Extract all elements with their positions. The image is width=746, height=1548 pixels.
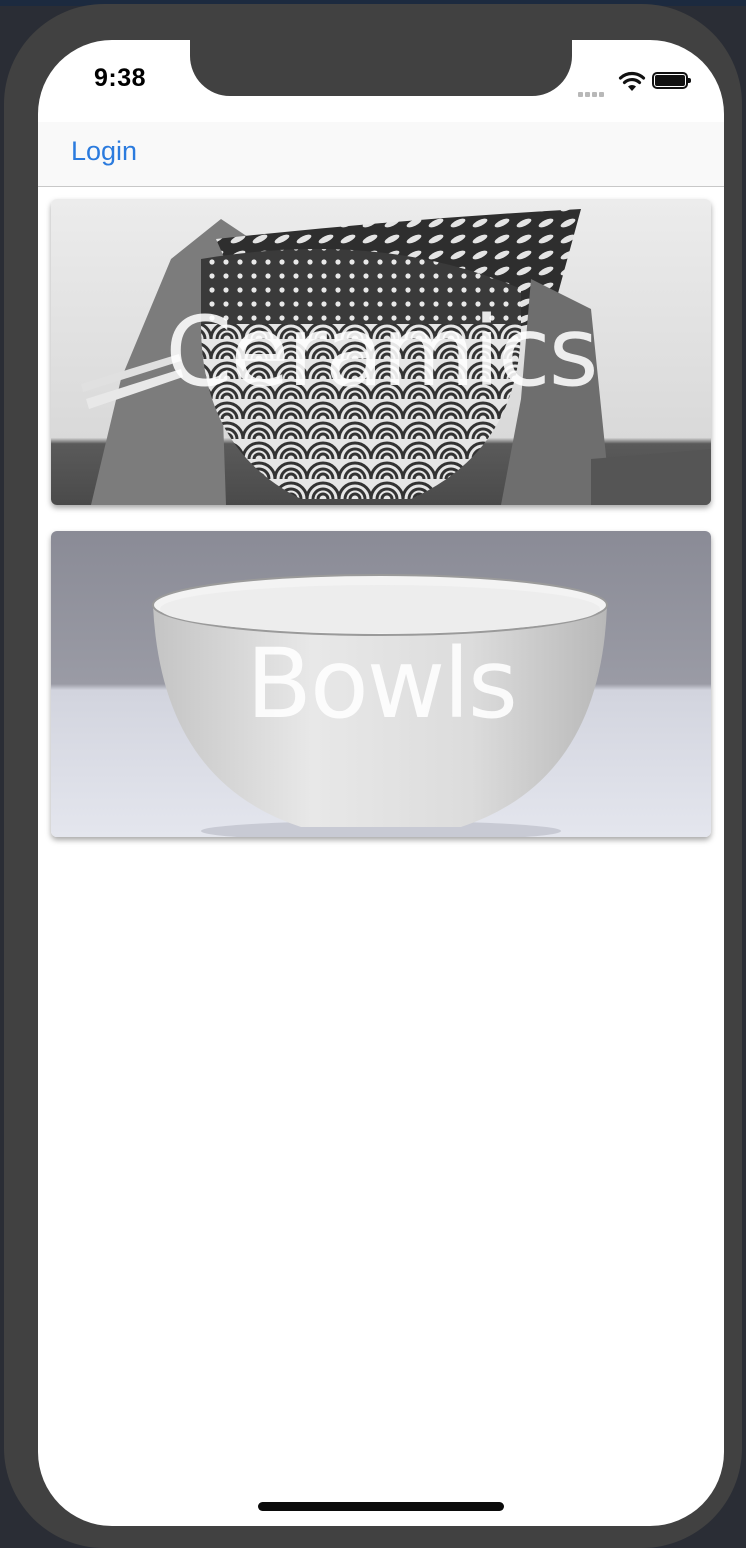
device-frame: 9:38 Login Ceramics Bowls	[4, 4, 742, 1548]
wifi-icon	[618, 71, 646, 91]
category-title: Bowls	[246, 628, 518, 740]
signal-icon	[578, 84, 612, 97]
navigation-bar: Login	[38, 122, 724, 187]
login-button[interactable]: Login	[71, 136, 137, 167]
phone-screen: 9:38 Login Ceramics Bowls	[38, 40, 724, 1526]
category-title: Ceramics	[165, 296, 598, 408]
home-indicator[interactable]	[258, 1502, 504, 1511]
notch	[190, 40, 572, 96]
status-time: 9:38	[94, 64, 147, 92]
category-card-bowls[interactable]: Bowls	[51, 531, 711, 837]
battery-icon	[652, 72, 691, 89]
category-card-ceramics[interactable]: Ceramics	[51, 199, 711, 505]
